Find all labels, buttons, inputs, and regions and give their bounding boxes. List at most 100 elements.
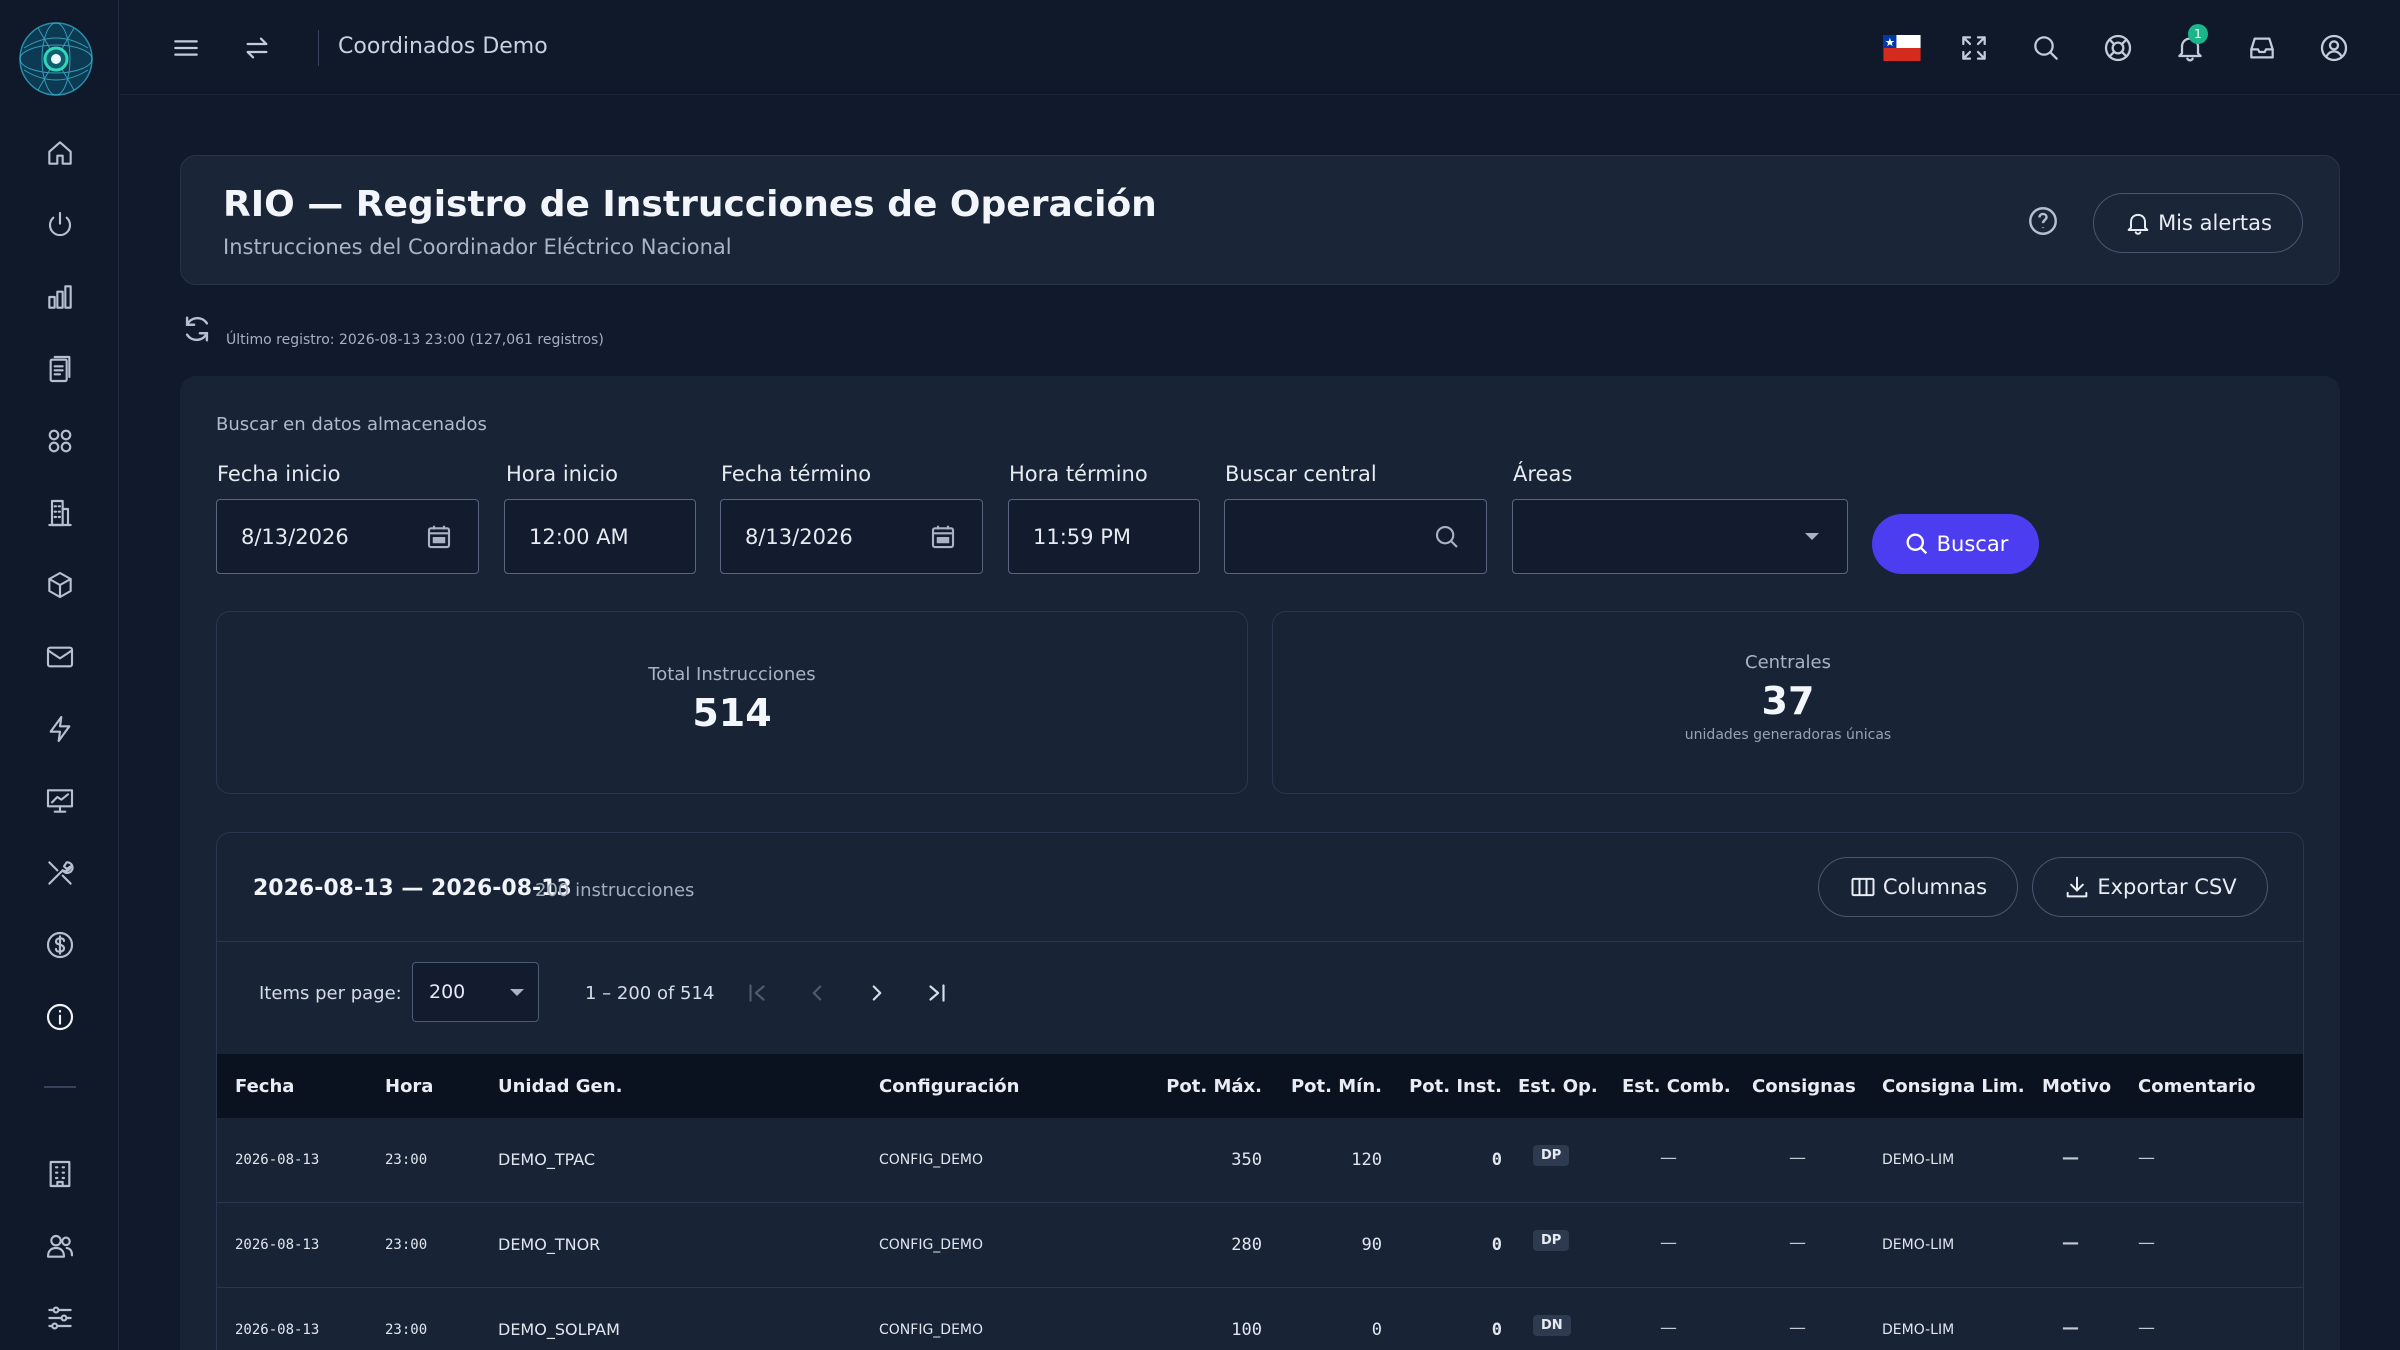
bell-icon[interactable]: 1 (2170, 24, 2210, 68)
home-icon[interactable] (40, 133, 80, 173)
cell-est-comb: — (1660, 1318, 1677, 1338)
buscar-central-input[interactable] (1224, 499, 1487, 574)
fecha-inicio-input[interactable]: 8/13/2026 (216, 499, 479, 574)
cell-pot-max: 100 (1231, 1320, 1262, 1340)
hora-inicio-value: 12:00 AM (529, 524, 629, 549)
info-icon[interactable] (40, 997, 80, 1037)
cell-consignas: — (1789, 1318, 1806, 1338)
col-hora[interactable]: Hora (385, 1076, 433, 1097)
cell-fecha: 2026-08-13 (235, 1322, 320, 1338)
chevron-down-icon (1805, 533, 1819, 540)
prev-page-button[interactable] (797, 973, 837, 1013)
last-page-button[interactable] (917, 973, 957, 1013)
results-card: 2026-08-13 — 2026-08-13 200 instruccione… (216, 832, 2304, 1350)
sliders-icon[interactable] (40, 1298, 80, 1338)
areas-label: Áreas (1513, 462, 1573, 486)
grid-icon[interactable] (40, 421, 80, 461)
last-page-icon (929, 984, 945, 1002)
fecha-inicio-label: Fecha inicio (217, 462, 341, 486)
search-icon (1432, 522, 1462, 552)
col-est-comb[interactable]: Est. Comb. (1622, 1076, 1731, 1097)
logo-icon[interactable] (18, 18, 94, 100)
col-pot-inst[interactable]: Pot. Inst. (1397, 1076, 1502, 1097)
cube-icon[interactable] (40, 565, 80, 605)
results-divider (217, 941, 2303, 942)
cell-pot-min: 0 (1371, 1320, 1382, 1340)
total-instrucciones-card: Total Instrucciones 514 (216, 611, 1248, 794)
first-page-button[interactable] (737, 973, 777, 1013)
cell-pot-max: 350 (1231, 1150, 1262, 1170)
total-instrucciones-label: Total Instrucciones (648, 664, 816, 685)
col-motivo[interactable]: Motivo (2042, 1076, 2111, 1097)
fecha-termino-input[interactable]: 8/13/2026 (720, 499, 983, 574)
exportar-csv-label: Exportar CSV (2097, 875, 2237, 899)
search-icon[interactable] (2026, 28, 2066, 68)
exportar-csv-button[interactable]: Exportar CSV (2032, 857, 2268, 917)
items-per-page-value: 200 (429, 981, 466, 1003)
table-row[interactable]: 2026-08-13 23:00 DEMO_TPAC CONFIG_DEMO 3… (217, 1118, 2303, 1203)
inbox-icon[interactable] (2242, 28, 2282, 68)
presentation-chart-icon[interactable] (40, 781, 80, 821)
building-icon[interactable] (40, 493, 80, 533)
topbar-title: Coordinados Demo (338, 34, 548, 59)
cell-unidad: DEMO_TNOR (498, 1235, 601, 1254)
col-comentario[interactable]: Comentario (2138, 1076, 2256, 1097)
lightning-icon[interactable] (40, 709, 80, 749)
cell-pot-inst: 0 (1491, 1150, 1502, 1170)
buscar-button[interactable]: Buscar (1872, 514, 2039, 574)
table-row[interactable]: 2026-08-13 23:00 DEMO_TNOR CONFIG_DEMO 2… (217, 1203, 2303, 1288)
clipboard-icon[interactable] (40, 349, 80, 389)
col-pot-min[interactable]: Pot. Mín. (1277, 1076, 1382, 1097)
centrales-note: unidades generadoras únicas (1684, 727, 1892, 743)
col-consigna-lim[interactable]: Consigna Lim. (1882, 1076, 2025, 1097)
fullscreen-icon[interactable] (1954, 28, 1994, 68)
cell-consignas: — (1789, 1233, 1806, 1253)
centrales-value: 37 (1761, 679, 1815, 723)
areas-select[interactable] (1512, 499, 1848, 574)
calendar-icon[interactable] (928, 522, 958, 552)
col-unidad[interactable]: Unidad Gen. (498, 1076, 622, 1097)
mail-icon[interactable] (40, 637, 80, 677)
buscar-label: Buscar (1936, 532, 2009, 556)
calendar-icon[interactable] (424, 522, 454, 552)
next-page-button[interactable] (857, 973, 897, 1013)
sidebar-divider (44, 1086, 76, 1088)
chile-flag-icon[interactable] (1882, 28, 1922, 68)
cell-comentario: — (2138, 1318, 2155, 1338)
cell-config: CONFIG_DEMO (879, 1322, 984, 1338)
cell-comentario: — (2138, 1148, 2155, 1168)
fecha-inicio-value: 8/13/2026 (241, 524, 349, 549)
table-row[interactable]: 2026-08-13 23:00 DEMO_SOLPAM CONFIG_DEMO… (217, 1288, 2303, 1350)
refresh-icon[interactable] (180, 312, 214, 346)
cell-hora: 23:00 (385, 1237, 428, 1253)
help-buoy-icon[interactable] (2098, 28, 2138, 68)
help-circle-icon[interactable] (2026, 204, 2060, 238)
table-header: Fecha Hora Unidad Gen. Configuración Pot… (217, 1054, 2303, 1118)
dollar-icon[interactable] (40, 925, 80, 965)
col-est-op[interactable]: Est. Op. (1518, 1076, 1598, 1097)
topbar: Coordinados Demo 1 (120, 0, 2400, 95)
columns-icon (1851, 877, 1875, 897)
columnas-button[interactable]: Columnas (1818, 857, 2018, 917)
tools-icon[interactable] (40, 853, 80, 893)
page-header: RIO — Registro de Instrucciones de Opera… (180, 155, 2340, 285)
hora-termino-input[interactable]: 11:59 PM (1008, 499, 1200, 574)
col-pot-max[interactable]: Pot. Máx. (1157, 1076, 1262, 1097)
cell-pot-max: 280 (1231, 1235, 1262, 1255)
office-building-icon[interactable] (40, 1154, 80, 1194)
swap-icon[interactable] (237, 28, 277, 68)
hora-inicio-input[interactable]: 12:00 AM (504, 499, 696, 574)
bar-chart-icon[interactable] (40, 277, 80, 317)
cell-motivo: — (2062, 1148, 2079, 1168)
mis-alertas-button[interactable]: Mis alertas (2093, 193, 2303, 253)
users-icon[interactable] (40, 1226, 80, 1266)
items-per-page-select[interactable]: 200 (412, 962, 539, 1022)
col-configuracion[interactable]: Configuración (879, 1076, 1019, 1097)
col-consignas[interactable]: Consignas (1752, 1076, 1856, 1097)
menu-icon[interactable] (166, 28, 206, 68)
col-fecha[interactable]: Fecha (235, 1076, 294, 1097)
power-icon[interactable] (40, 205, 80, 245)
mis-alertas-label: Mis alertas (2158, 211, 2272, 235)
user-icon[interactable] (2314, 28, 2354, 68)
chevron-down-icon (510, 989, 524, 996)
